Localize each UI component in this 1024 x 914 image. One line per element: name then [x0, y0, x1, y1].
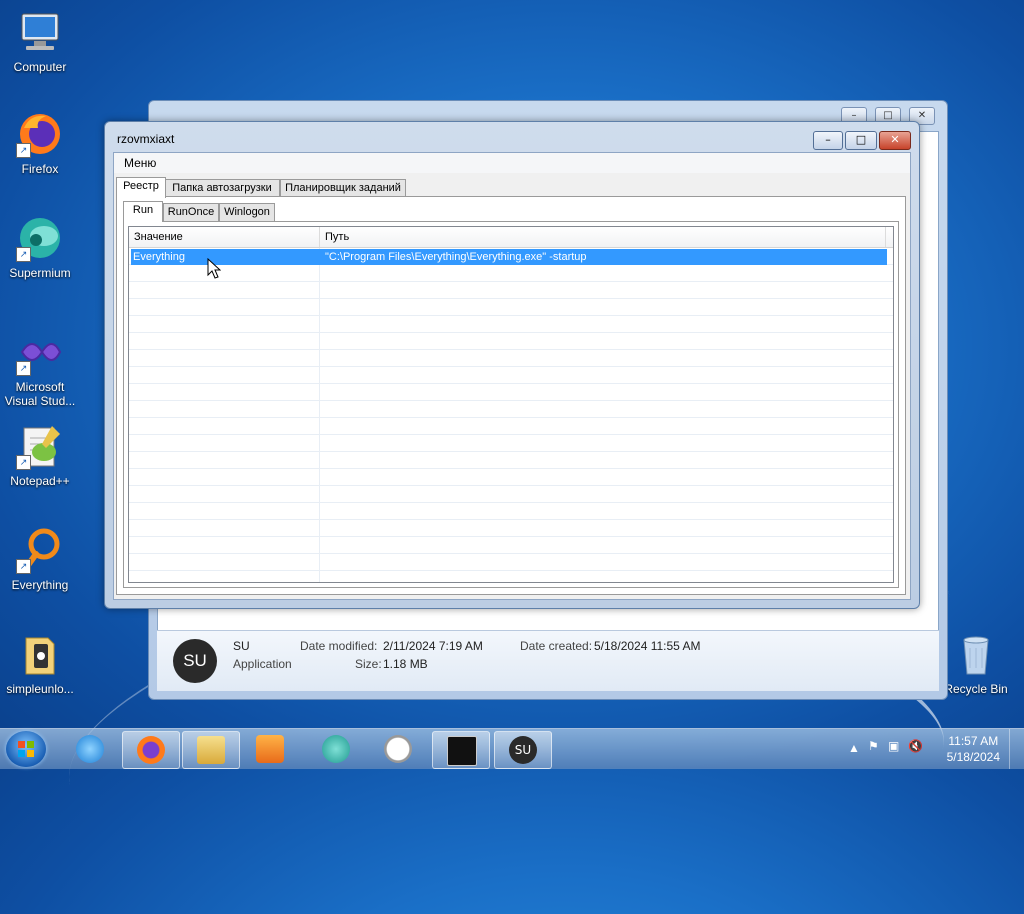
shortcut-arrow-icon: ↗ [16, 247, 31, 262]
row-value: Everything [133, 251, 185, 263]
desktop-icon-firefox[interactable]: ↗ Firefox [0, 110, 80, 176]
maximize-button[interactable]: □ [845, 131, 877, 150]
table-row[interactable]: Everything "C:\Program Files\Everything\… [131, 249, 887, 265]
tab-registry[interactable]: Реестр [116, 177, 166, 198]
desktop-icon-everything[interactable]: ↗ Everything [0, 526, 80, 592]
command-prompt-icon [447, 736, 477, 766]
subtab-runonce[interactable]: RunOnce [163, 203, 219, 221]
desktop-icon-label: simpleunlo... [6, 682, 74, 696]
desktop-icon-notepadpp[interactable]: ↗ Notepad++ [0, 422, 80, 488]
date-modified-label: Date modified: [300, 639, 378, 653]
notepadpp-icon: ↗ [16, 422, 64, 470]
clock[interactable]: 11:57 AM 5/18/2024 [947, 733, 1000, 765]
recycle-bin-icon [952, 630, 1000, 678]
desktop-icon-label: Computer [13, 60, 67, 74]
visual-studio-icon: ↗ [16, 328, 64, 376]
desktop-icon-recycle-bin[interactable]: Recycle Bin [936, 630, 1016, 696]
folder-icon [197, 736, 225, 764]
tab-startup-folder[interactable]: Папка автозагрузки [164, 179, 280, 197]
list-rows [129, 248, 893, 582]
size-label: Size: [355, 657, 382, 671]
desktop-icon-visual-studio[interactable]: ↗ Microsoft Visual Stud... [0, 328, 80, 408]
desktop-icon-label: Supermium [9, 266, 71, 280]
windows-logo-icon [18, 741, 34, 757]
volume-muted-icon[interactable]: 🔇 [908, 739, 923, 753]
show-desktop-button[interactable] [1009, 729, 1024, 769]
show-hidden-icons-icon[interactable]: ▲ [848, 741, 860, 755]
date-modified-value: 2/11/2024 7:19 AM [383, 639, 483, 653]
close-icon: ✕ [890, 133, 900, 146]
firefox-icon [137, 736, 165, 764]
tab-task-scheduler[interactable]: Планировщик заданий [280, 179, 406, 197]
maximize-icon: □ [855, 133, 867, 146]
close-button[interactable]: ✕ [879, 131, 911, 150]
autorun-list[interactable]: Значение Путь Everything "C:\Program Fil… [128, 226, 894, 583]
su-app-icon: SU [509, 736, 537, 764]
taskbar-explorer[interactable] [182, 731, 240, 769]
date-created-value: 5/18/2024 11:55 AM [594, 639, 701, 653]
shortcut-arrow-icon: ↗ [16, 455, 31, 470]
registry-panel: Run RunOnce Winlogon Значение Путь Every… [116, 196, 906, 595]
date-created-label: Date created: [520, 639, 593, 653]
desktop-icon-label: Notepad++ [10, 474, 70, 488]
shortcut-arrow-icon: ↗ [16, 361, 31, 376]
size-value: 1.18 MB [383, 657, 428, 671]
column-header-path[interactable]: Путь [320, 227, 886, 247]
menu-bar: Меню [114, 153, 910, 173]
list-header: Значение Путь [129, 227, 893, 248]
taskbar-media-player[interactable] [242, 731, 298, 767]
shortcut-arrow-icon: ↗ [16, 559, 31, 574]
desktop-icon-supermium[interactable]: ↗ Supermium [0, 214, 80, 280]
details-name: SU [233, 639, 250, 653]
desktop-icon-label: Firefox [21, 162, 59, 176]
firefox-icon: ↗ [16, 110, 64, 158]
desktop-icon-label: Microsoft Visual Stud... [4, 380, 76, 408]
column-header-value[interactable]: Значение [129, 227, 320, 247]
desktop-icon-computer[interactable]: Computer [0, 8, 80, 74]
clock-time: 11:57 AM [948, 734, 999, 748]
taskbar-su-app[interactable]: SU [494, 731, 552, 769]
taskbar-clock-app[interactable] [370, 731, 426, 767]
su-app-icon: SU [173, 639, 217, 683]
row-path: "C:\Program Files\Everything\Everything.… [325, 251, 587, 263]
clock-date: 5/18/2024 [946, 750, 1000, 764]
action-center-flag-icon[interactable]: ⚑ [868, 739, 879, 753]
everything-icon: ↗ [16, 526, 64, 574]
column-separator [319, 248, 320, 582]
window-title: rzovmxiaxt [117, 132, 175, 146]
internet-explorer-icon [76, 735, 104, 763]
desktop-icon-label: Recycle Bin [944, 682, 1008, 696]
desktop-icon-label: Everything [11, 578, 69, 592]
details-type: Application [233, 657, 292, 671]
details-pane: SU SU Application Date modified: 2/11/20… [157, 630, 939, 691]
system-tray: ▲ ⚑ ▣ 🔇 11:57 AM 5/18/2024 [834, 729, 1024, 769]
taskbar-ie[interactable] [62, 731, 118, 767]
network-icon[interactable]: ▣ [888, 739, 899, 753]
supermium-icon: ↗ [16, 214, 64, 262]
taskbar: SU ▲ ⚑ ▣ 🔇 11:57 AM 5/18/2024 [0, 728, 1024, 769]
media-player-icon [256, 735, 284, 763]
subtab-run[interactable]: Run [123, 201, 163, 222]
computer-icon [16, 8, 64, 56]
taskbar-cmd[interactable] [432, 731, 490, 769]
window-client: Меню Реестр Папка автозагрузки Планировщ… [113, 152, 911, 600]
clock-icon [384, 735, 412, 763]
supermium-icon [322, 735, 350, 763]
desktop-icon-simpleunlocker[interactable]: simpleunlo... [0, 630, 80, 696]
autorun-window[interactable]: rzovmxiaxt – □ ✕ Меню Реестр Папка автоз… [104, 121, 920, 609]
folder-zip-icon [16, 630, 64, 678]
taskbar-supermium[interactable] [308, 731, 364, 767]
minimize-button[interactable]: – [813, 131, 843, 150]
taskbar-firefox[interactable] [122, 731, 180, 769]
subtab-winlogon[interactable]: Winlogon [219, 203, 275, 221]
start-button[interactable] [6, 731, 46, 767]
run-panel: Значение Путь Everything "C:\Program Fil… [123, 221, 899, 588]
menu-item[interactable]: Меню [124, 156, 156, 170]
minimize-icon: – [825, 133, 831, 146]
shortcut-arrow-icon: ↗ [16, 143, 31, 158]
